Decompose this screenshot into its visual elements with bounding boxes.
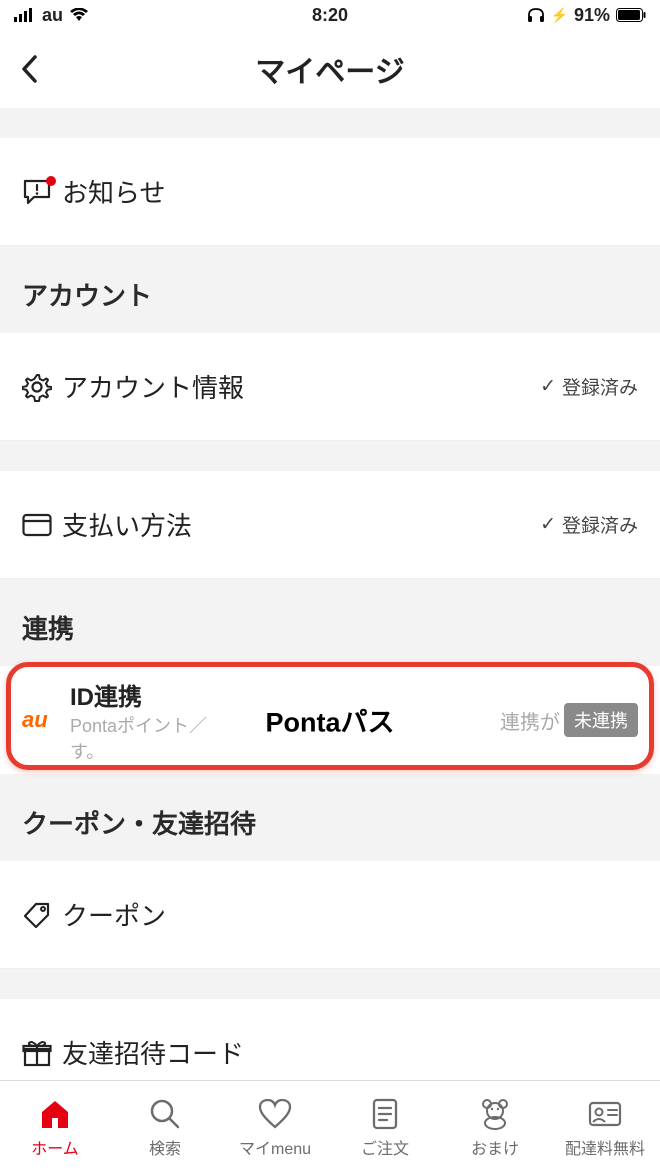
notifications-row[interactable]: お知らせ bbox=[0, 138, 660, 246]
invite-row[interactable]: 友達招待コード bbox=[0, 999, 660, 1080]
au-link-sub1: Pontaポイント／ bbox=[70, 712, 500, 738]
tab-home-label: ホーム bbox=[31, 1135, 79, 1159]
teddy-bear-icon bbox=[479, 1097, 511, 1131]
headphones-icon bbox=[527, 7, 545, 23]
heart-icon bbox=[258, 1097, 292, 1131]
tab-home[interactable]: ホーム bbox=[0, 1081, 110, 1174]
account-info-row[interactable]: アカウント情報 ✓ 登録済み bbox=[0, 333, 660, 441]
tab-freeship-label: 配達料無料 bbox=[565, 1135, 645, 1159]
check-icon: ✓ bbox=[540, 513, 556, 536]
invite-label: 友達招待コード bbox=[62, 1034, 638, 1071]
au-link-title: ID連携 bbox=[70, 677, 500, 712]
tab-mymenu[interactable]: マイmenu bbox=[220, 1081, 330, 1174]
battery-charge-icon: ⚡ bbox=[551, 7, 568, 24]
id-card-icon bbox=[588, 1097, 622, 1131]
au-id-link-row[interactable]: au ID連携 Pontaポイント／ す。 連携が 未連携 Pontaパス bbox=[0, 666, 660, 774]
coupon-label: クーポン bbox=[62, 896, 638, 933]
payment-row[interactable]: 支払い方法 ✓ 登録済み bbox=[0, 471, 660, 579]
home-icon bbox=[38, 1097, 72, 1131]
tab-bonus-label: おまけ bbox=[471, 1135, 519, 1159]
tab-freeship[interactable]: 配達料無料 bbox=[550, 1081, 660, 1174]
speech-bubble-icon bbox=[22, 178, 52, 206]
notification-dot-icon bbox=[46, 176, 56, 186]
status-time: 8:20 bbox=[312, 5, 348, 26]
au-link-right-text: 連携が bbox=[500, 706, 560, 735]
tab-order-label: ご注文 bbox=[361, 1135, 409, 1159]
signal-icon bbox=[14, 8, 36, 22]
carrier-label: au bbox=[42, 5, 63, 26]
credit-card-icon bbox=[22, 513, 52, 537]
wifi-icon bbox=[69, 8, 89, 22]
gear-icon bbox=[22, 372, 52, 402]
account-info-label: アカウント情報 bbox=[62, 368, 540, 405]
battery-percent: 91% bbox=[574, 5, 610, 26]
status-left: au bbox=[14, 5, 89, 26]
au-logo-icon: au bbox=[22, 707, 70, 733]
nav-header: マイページ bbox=[0, 30, 660, 108]
notifications-label: お知らせ bbox=[62, 173, 638, 210]
page-title: マイページ bbox=[255, 47, 404, 91]
tab-search-label: 検索 bbox=[149, 1135, 181, 1159]
payment-label: 支払い方法 bbox=[62, 506, 540, 543]
coupon-row[interactable]: クーポン bbox=[0, 861, 660, 969]
status-right: ⚡ 91% bbox=[527, 5, 646, 26]
price-tag-icon bbox=[22, 901, 52, 929]
account-info-status: ✓ 登録済み bbox=[540, 373, 638, 400]
battery-icon bbox=[616, 8, 646, 22]
au-link-sub2: す。 bbox=[70, 738, 500, 764]
section-header-link: 連携 bbox=[0, 579, 660, 666]
unlinked-badge: 未連携 bbox=[564, 703, 638, 737]
section-header-account: アカウント bbox=[0, 246, 660, 333]
payment-status: ✓ 登録済み bbox=[540, 511, 638, 538]
tab-mymenu-label: マイmenu bbox=[239, 1135, 311, 1159]
content: お知らせ アカウント アカウント情報 ✓ 登録済み 支払い方法 bbox=[0, 108, 660, 1080]
tab-bar: ホーム 検索 マイmenu ご注文 おまけ bbox=[0, 1080, 660, 1174]
section-header-coupon: クーポン・友達招待 bbox=[0, 774, 660, 861]
check-icon: ✓ bbox=[540, 375, 556, 398]
status-bar: au 8:20 ⚡ 91% bbox=[0, 0, 660, 30]
tab-order[interactable]: ご注文 bbox=[330, 1081, 440, 1174]
tab-search[interactable]: 検索 bbox=[110, 1081, 220, 1174]
chevron-left-icon bbox=[20, 54, 40, 84]
gift-icon bbox=[22, 1039, 52, 1067]
tab-bonus[interactable]: おまけ bbox=[440, 1081, 550, 1174]
receipt-icon bbox=[371, 1097, 399, 1131]
search-icon bbox=[149, 1097, 181, 1131]
back-button[interactable] bbox=[12, 46, 48, 92]
